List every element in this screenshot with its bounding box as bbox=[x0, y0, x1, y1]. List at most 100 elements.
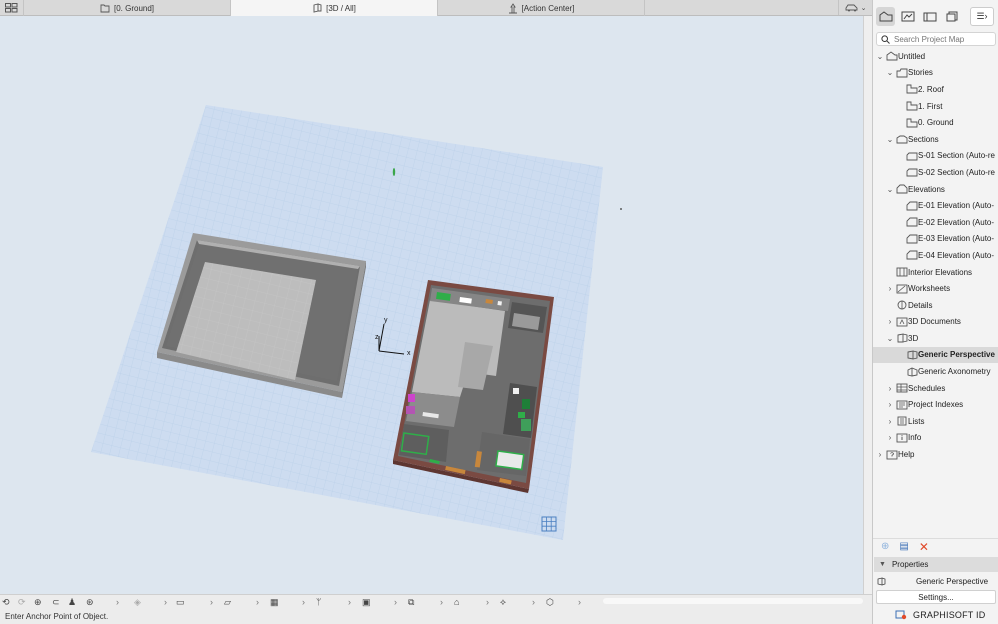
chevron-down-icon[interactable]: ⌄ bbox=[876, 52, 884, 61]
elevation-icon bbox=[906, 234, 918, 244]
3d-icon bbox=[896, 333, 908, 343]
project-map-item[interactable]: 0. Ground bbox=[873, 114, 998, 131]
project-map-item[interactable]: E-02 Elevation (Auto- bbox=[873, 214, 998, 231]
project-map-item[interactable]: › Project Indexes bbox=[873, 396, 998, 413]
project-map-item-label: S-01 Section (Auto-re bbox=[918, 151, 995, 161]
scale-icon[interactable]: ▭ bbox=[176, 596, 210, 608]
project-map-item[interactable]: E-01 Elevation (Auto- bbox=[873, 197, 998, 214]
search-input[interactable] bbox=[894, 34, 994, 44]
chevron-right-icon[interactable]: › bbox=[886, 317, 894, 326]
graphisoft-id-bar[interactable]: GRAPHISOFT ID bbox=[873, 607, 998, 623]
chevron-right-icon[interactable]: › bbox=[886, 384, 894, 393]
structure-display-icon[interactable]: ▱ bbox=[224, 596, 256, 608]
tab-action-center[interactable]: [Action Center] bbox=[438, 0, 645, 16]
chevron-down-icon[interactable]: ⌄ bbox=[886, 185, 894, 194]
action-center-icon bbox=[508, 2, 517, 13]
fit-in-window-icon[interactable]: ⊛ bbox=[86, 596, 116, 608]
project-map-item[interactable]: E-03 Elevation (Auto- bbox=[873, 231, 998, 248]
renovation-filter-icon[interactable]: ⧉ bbox=[408, 596, 440, 608]
chevron-right-icon[interactable]: › bbox=[886, 417, 894, 426]
properties-header[interactable]: ▼ Properties bbox=[874, 557, 998, 572]
project-map-item[interactable]: S-01 Section (Auto-re bbox=[873, 148, 998, 165]
project-map-item[interactable]: › Info bbox=[873, 430, 998, 447]
partial-structure-icon[interactable]: ⟡ bbox=[500, 596, 532, 608]
chevron-right-icon[interactable]: › bbox=[116, 596, 134, 608]
horizontal-scrollbar[interactable] bbox=[603, 598, 863, 604]
chevron-right-icon[interactable]: › bbox=[348, 596, 362, 608]
pen-set-icon[interactable]: ▦ bbox=[270, 596, 302, 608]
zoom-in-icon[interactable]: ⊕ bbox=[34, 596, 52, 608]
chevron-right-icon[interactable]: › bbox=[886, 433, 894, 442]
layout-book-tab[interactable] bbox=[920, 7, 939, 26]
publisher-sets-icon bbox=[946, 11, 957, 21]
project-map-item[interactable]: ⌄ Sections bbox=[873, 131, 998, 148]
project-map-item[interactable]: Generic Axonometry bbox=[873, 363, 998, 380]
redo-zoom-icon[interactable]: ⟳ bbox=[18, 596, 34, 608]
project-map-item[interactable]: ⌄ 3D bbox=[873, 330, 998, 347]
new-view-icon[interactable]: ⊕ bbox=[881, 541, 889, 552]
3d-scene[interactable]: x y z bbox=[0, 16, 863, 594]
chevron-right-icon[interactable]: › bbox=[256, 596, 270, 608]
chevron-right-icon[interactable]: › bbox=[486, 596, 500, 608]
project-map-item[interactable]: Details bbox=[873, 297, 998, 314]
project-map-item[interactable]: ⌄ Elevations bbox=[873, 181, 998, 198]
project-map-item[interactable]: 2. Roof bbox=[873, 81, 998, 98]
view-map-tab[interactable] bbox=[898, 7, 917, 26]
tab-overview-button[interactable] bbox=[0, 0, 24, 16]
chevron-down-icon[interactable]: ⌄ bbox=[886, 135, 894, 144]
explore-icon[interactable]: ♟ bbox=[68, 596, 86, 608]
chevron-right-icon[interactable]: › bbox=[210, 596, 224, 608]
tab-label: [3D / All] bbox=[326, 3, 356, 13]
chevron-right-icon[interactable]: › bbox=[886, 284, 894, 293]
clone-view-icon[interactable]: ▤ bbox=[899, 541, 908, 552]
chevron-right-icon[interactable]: › bbox=[532, 596, 546, 608]
chevron-right-icon[interactable]: › bbox=[876, 450, 884, 459]
delete-icon[interactable]: ✕ bbox=[919, 540, 929, 554]
tab-ground-floor[interactable]: [0. Ground] bbox=[24, 0, 231, 16]
project-map-item[interactable]: 1. First bbox=[873, 98, 998, 115]
project-map-item[interactable]: › Worksheets bbox=[873, 280, 998, 297]
project-map-item[interactable]: Generic Perspective bbox=[873, 346, 998, 364]
project-map-item-label: Lists bbox=[908, 416, 925, 426]
project-map-item[interactable]: E-04 Elevation (Auto- bbox=[873, 247, 998, 264]
help-icon bbox=[886, 450, 898, 460]
chevron-right-icon[interactable]: › bbox=[886, 400, 894, 409]
3d-cutaway-icon[interactable]: ⬡ bbox=[546, 596, 578, 608]
chevron-right-icon[interactable]: › bbox=[394, 596, 408, 608]
navigator-mode-tabs: ☰› bbox=[873, 0, 998, 32]
settings-button[interactable]: Settings... bbox=[876, 590, 996, 604]
override-icon[interactable]: ▣ bbox=[362, 596, 394, 608]
project-map-item[interactable]: › Lists bbox=[873, 413, 998, 430]
chevron-down-icon[interactable]: ⌄ bbox=[886, 334, 894, 343]
project-map-search[interactable] bbox=[876, 32, 996, 46]
car-icon bbox=[845, 4, 858, 12]
chevron-right-icon[interactable]: › bbox=[440, 596, 454, 608]
project-map-item[interactable]: S-02 Section (Auto-re bbox=[873, 164, 998, 181]
viewport-vertical-scrollbar[interactable] bbox=[863, 16, 872, 594]
project-map-item[interactable]: Interior Elevations bbox=[873, 264, 998, 281]
3d-style-icon[interactable]: ⌂ bbox=[454, 596, 486, 608]
sections-icon bbox=[896, 134, 908, 144]
chevron-right-icon[interactable]: › bbox=[164, 596, 176, 608]
view-options-button[interactable]: ⌄ bbox=[838, 0, 872, 15]
publisher-sets-tab[interactable] bbox=[942, 7, 961, 26]
project-map-item[interactable]: › Schedules bbox=[873, 380, 998, 397]
model-view-options-icon[interactable]: ᛘ bbox=[316, 596, 348, 608]
undo-zoom-icon[interactable]: ⟲ bbox=[2, 596, 18, 608]
layer-combination-icon[interactable]: ◈ bbox=[134, 596, 164, 608]
chevron-down-icon[interactable]: ⌄ bbox=[886, 68, 894, 77]
orbit-icon[interactable]: ⊂ bbox=[52, 596, 68, 608]
3d-viewport[interactable]: x y z bbox=[0, 16, 863, 594]
3d-view-icon bbox=[313, 3, 322, 13]
project-map-item[interactable]: ⌄ Untitled bbox=[873, 48, 998, 65]
view-map-icon bbox=[901, 11, 914, 21]
chevron-right-icon[interactable]: › bbox=[302, 596, 316, 608]
chevron-right-icon[interactable]: › bbox=[578, 596, 592, 608]
tab-3d-all[interactable]: [3D / All] bbox=[231, 0, 438, 16]
menu-icon: ☰› bbox=[976, 10, 988, 21]
project-map-tab[interactable] bbox=[876, 6, 895, 26]
project-map-item[interactable]: › 3D Documents bbox=[873, 314, 998, 331]
project-map-item[interactable]: › Help bbox=[873, 446, 998, 463]
navigator-menu-button[interactable]: ☰› bbox=[970, 6, 994, 26]
project-map-item[interactable]: ⌄ Stories bbox=[873, 65, 998, 82]
